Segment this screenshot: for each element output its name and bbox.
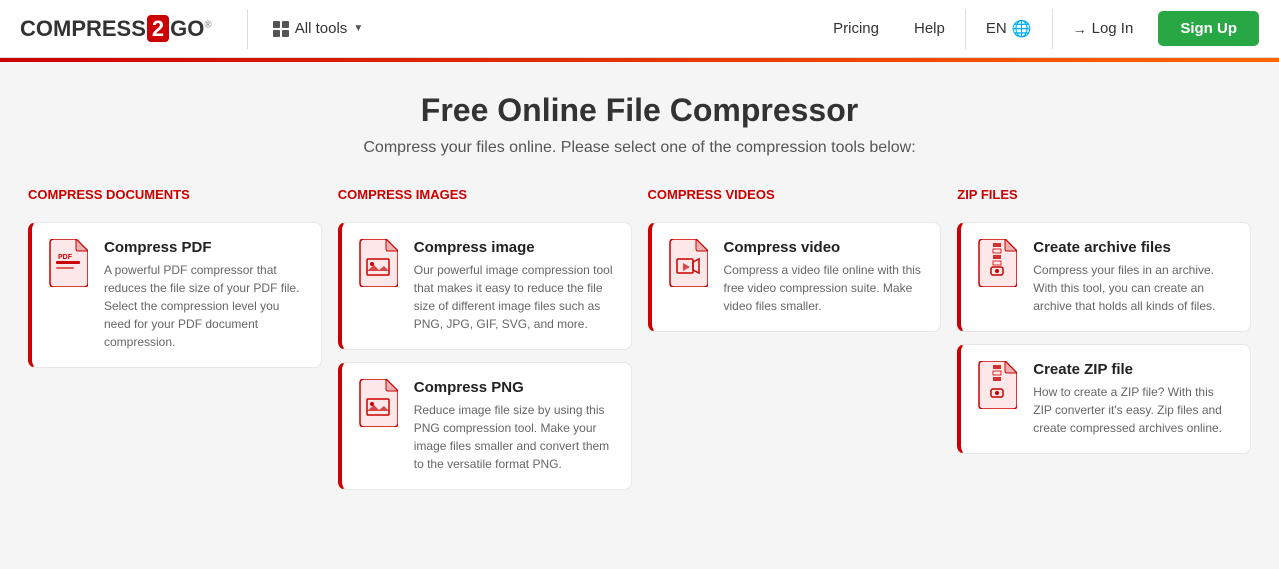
globe-icon: 🌐: [1012, 19, 1032, 39]
logo-number: 2: [147, 15, 169, 42]
column-zip-files: ZIP FILES Create archive files: [949, 187, 1259, 502]
column-compress-images: COMPRESS IMAGES Compress image Our power…: [330, 187, 640, 502]
card-body-compress-image: Compress image Our powerful image compre…: [414, 239, 615, 333]
card-title-create-zip: Create ZIP file: [1033, 361, 1234, 378]
card-body-create-archive: Create archive files Compress your files…: [1033, 239, 1234, 315]
card-create-archive[interactable]: Create archive files Compress your files…: [957, 222, 1251, 332]
card-body-compress-png: Compress PNG Reduce image file size by u…: [414, 379, 615, 473]
card-desc-compress-png: Reduce image file size by using this PNG…: [414, 401, 615, 473]
tool-columns: COMPRESS DOCUMENTS PDF Compress PDF A po…: [20, 187, 1259, 502]
card-title-compress-image: Compress image: [414, 239, 615, 256]
card-desc-compress-video: Compress a video file online with this f…: [724, 261, 925, 315]
column-compress-documents: COMPRESS DOCUMENTS PDF Compress PDF A po…: [20, 187, 330, 502]
header-divider-1: [247, 9, 248, 49]
card-compress-pdf[interactable]: PDF Compress PDF A powerful PDF compress…: [28, 222, 322, 368]
all-tools-label: All tools: [295, 20, 348, 37]
image-icon: [358, 239, 402, 289]
grid-icon: [273, 21, 289, 37]
column-header-zip: ZIP FILES: [957, 187, 1251, 210]
card-desc-compress-pdf: A powerful PDF compressor that reduces t…: [104, 261, 305, 351]
svg-text:PDF: PDF: [58, 254, 73, 261]
signup-button[interactable]: Sign Up: [1158, 11, 1259, 46]
png-icon: [358, 379, 402, 429]
card-desc-create-zip: How to create a ZIP file? With this ZIP …: [1033, 383, 1234, 437]
login-label: Log In: [1092, 20, 1134, 37]
header: COMPRESS2GO® All tools ▼ Pricing Help EN…: [0, 0, 1279, 58]
column-header-documents: COMPRESS DOCUMENTS: [28, 187, 322, 210]
hero-subtitle: Compress your files online. Please selec…: [20, 139, 1259, 157]
lang-label: EN: [986, 20, 1007, 37]
column-header-images: COMPRESS IMAGES: [338, 187, 632, 210]
language-button[interactable]: EN 🌐: [971, 11, 1047, 47]
column-header-videos: COMPRESS VIDEOS: [648, 187, 942, 210]
archive-icon: [977, 239, 1021, 289]
card-compress-video[interactable]: Compress video Compress a video file onl…: [648, 222, 942, 332]
card-title-create-archive: Create archive files: [1033, 239, 1234, 256]
hero-section: Free Online File Compressor Compress you…: [0, 62, 1279, 177]
column-compress-videos: COMPRESS VIDEOS Compress video Compress …: [640, 187, 950, 502]
card-body-compress-video: Compress video Compress a video file onl…: [724, 239, 925, 315]
card-compress-png[interactable]: Compress PNG Reduce image file size by u…: [338, 362, 632, 490]
login-button[interactable]: → Log In: [1058, 12, 1149, 45]
all-tools-button[interactable]: All tools ▼: [263, 14, 373, 43]
card-body-compress-pdf: Compress PDF A powerful PDF compressor t…: [104, 239, 305, 351]
help-link[interactable]: Help: [899, 12, 960, 45]
card-title-compress-png: Compress PNG: [414, 379, 615, 396]
header-nav: Pricing Help EN 🌐 → Log In Sign Up: [818, 9, 1259, 49]
logo-trademark: ®: [204, 19, 211, 30]
card-title-compress-video: Compress video: [724, 239, 925, 256]
card-compress-image[interactable]: Compress image Our powerful image compre…: [338, 222, 632, 350]
pricing-link[interactable]: Pricing: [818, 12, 894, 45]
zip-icon: [977, 361, 1021, 411]
header-divider-3: [1052, 9, 1053, 49]
card-title-compress-pdf: Compress PDF: [104, 239, 305, 256]
main-content: COMPRESS DOCUMENTS PDF Compress PDF A po…: [0, 177, 1279, 522]
logo-text: COMPRESS2GO®: [20, 16, 212, 42]
pdf-icon: PDF: [48, 239, 92, 289]
card-body-create-zip: Create ZIP file How to create a ZIP file…: [1033, 361, 1234, 437]
chevron-down-icon: ▼: [353, 23, 363, 34]
card-create-zip[interactable]: Create ZIP file How to create a ZIP file…: [957, 344, 1251, 454]
logo-suffix: GO: [170, 16, 204, 41]
card-desc-create-archive: Compress your files in an archive. With …: [1033, 261, 1234, 315]
login-arrow-icon: →: [1073, 21, 1087, 37]
card-desc-compress-image: Our powerful image compression tool that…: [414, 261, 615, 333]
hero-title: Free Online File Compressor: [20, 92, 1259, 129]
logo[interactable]: COMPRESS2GO®: [20, 16, 212, 42]
header-divider-2: [965, 9, 966, 49]
video-icon: [668, 239, 712, 289]
logo-prefix: COMPRESS: [20, 16, 146, 41]
